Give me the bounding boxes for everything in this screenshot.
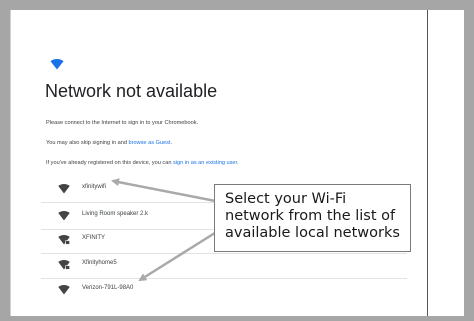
guest-suffix: . [170,140,173,146]
wifi-lock-icon [58,235,70,245]
network-item-verizon[interactable]: Verizon-791L-98A0 [44,280,404,302]
screenshot-frame: Network not available Please connect to … [0,0,474,321]
existing-user-prefix: If you've already registered on this dev… [46,160,173,166]
network-label: xfinitywifi [82,184,107,190]
guest-prefix: You may also skip signing in and [46,140,129,146]
browse-as-guest-link[interactable]: browse as Guest [129,140,171,146]
wifi-icon [58,211,70,221]
frame-top-border [0,0,474,10]
network-label: XFINITY [82,235,106,241]
existing-user-suffix: . [237,160,239,166]
frame-left-border [0,0,10,321]
network-divider [41,253,407,254]
wifi-lock-icon [58,260,70,270]
frame-bottom-border [0,316,474,321]
existing-user-instruction: If you've already registered on this dev… [46,160,239,166]
page-title: Network not available [45,81,218,101]
callout-text: Select your Wi-Fi network from the list … [225,191,400,241]
wifi-icon [58,285,70,295]
network-label: Verizon-791L-98A0 [82,285,134,291]
network-label: Xfinityhome5 [82,260,117,266]
network-screen: Network not available Please connect to … [10,10,428,316]
network-divider [41,278,407,279]
wifi-brand-icon [50,59,64,70]
wifi-icon [58,184,70,194]
network-label: Living Room speaker 2.k [82,211,149,217]
network-item-xfinityhome5[interactable]: Xfinityhome5 [44,255,404,277]
guest-instruction: You may also skip signing in and browse … [46,140,172,146]
connect-instruction-text: Please connect to the Internet to sign i… [46,120,199,126]
side-panel [427,10,464,316]
connect-instruction: Please connect to the Internet to sign i… [46,120,198,126]
callout-box: Select your Wi-Fi network from the list … [214,184,411,252]
sign-in-existing-user-link[interactable]: sign in as an existing user [173,160,237,166]
frame-right-border [464,0,474,321]
